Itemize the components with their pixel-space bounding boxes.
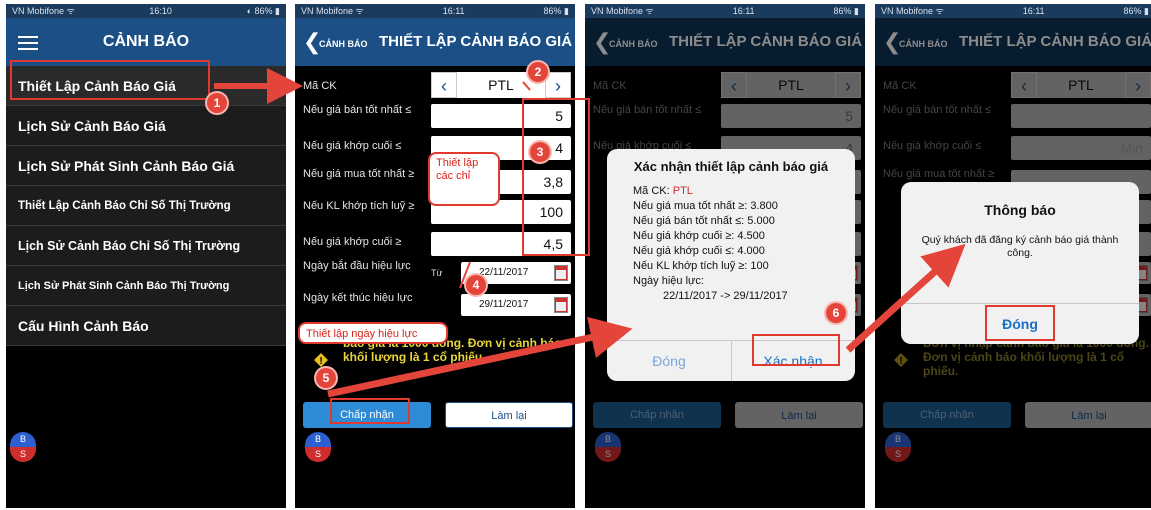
step-badge-4: 4 xyxy=(466,275,486,295)
step-badge-2: 2 xyxy=(528,62,548,82)
callout-set-dates: Thiết lập ngày hiệu lực xyxy=(298,322,448,344)
callout-set-values: Thiết lập các chỉ xyxy=(428,152,500,206)
highlight-confirm-button xyxy=(752,334,840,366)
step-badge-6: 6 xyxy=(826,303,846,323)
highlight-menu-item xyxy=(10,60,210,100)
highlight-close-button xyxy=(985,305,1055,341)
highlight-accept-button xyxy=(330,398,410,424)
step-badge-1: 1 xyxy=(207,93,227,113)
highlight-input-values xyxy=(522,98,590,256)
step-badge-3: 3 xyxy=(530,142,550,162)
step-badge-5: 5 xyxy=(316,368,336,388)
